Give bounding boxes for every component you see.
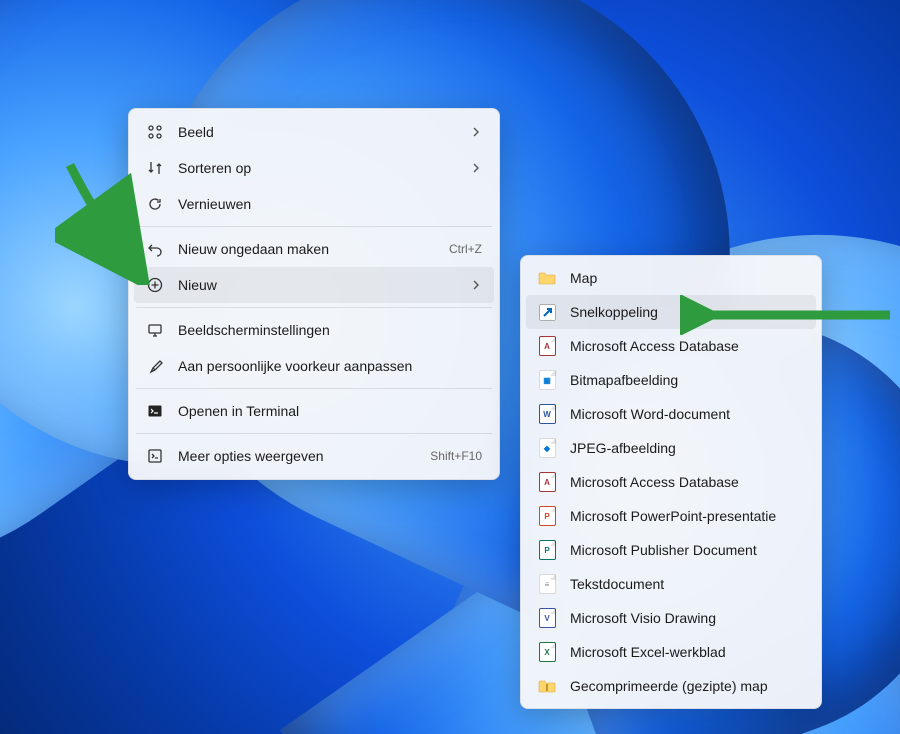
submenu-item-folder[interactable]: Map [526,261,816,295]
word-icon: W [538,405,556,423]
menu-item-personalize[interactable]: Aan persoonlijke voorkeur aanpassen [134,348,494,384]
shortcut-icon [538,303,556,321]
terminal-icon [146,402,164,420]
chevron-right-icon [470,279,482,291]
jpeg-icon: ◆ [538,439,556,457]
menu-item-display-settings[interactable]: Beeldscherminstellingen [134,312,494,348]
menu-label: Microsoft Access Database [570,474,804,490]
menu-item-sort[interactable]: Sorteren op [134,150,494,186]
undo-icon [146,240,164,258]
submenu-item-shortcut[interactable]: Snelkoppeling [526,295,816,329]
menu-separator [136,226,492,227]
menu-label: Vernieuwen [178,196,482,212]
submenu-item-jpeg[interactable]: ◆ JPEG-afbeelding [526,431,816,465]
menu-label: Microsoft Visio Drawing [570,610,804,626]
submenu-item-text[interactable]: ≡ Tekstdocument [526,567,816,601]
menu-item-terminal[interactable]: Openen in Terminal [134,393,494,429]
text-icon: ≡ [538,575,556,593]
menu-shortcut: Shift+F10 [430,449,482,463]
chevron-right-icon [470,162,482,174]
menu-label: Beeldscherminstellingen [178,322,482,338]
submenu-item-bitmap[interactable]: ▦ Bitmapafbeelding [526,363,816,397]
submenu-item-access[interactable]: A Microsoft Access Database [526,329,816,363]
zip-icon [538,677,556,695]
bitmap-icon: ▦ [538,371,556,389]
chevron-right-icon [470,126,482,138]
sort-icon [146,159,164,177]
menu-label: Snelkoppeling [570,304,804,320]
menu-label: Bitmapafbeelding [570,372,804,388]
menu-label: Aan persoonlijke voorkeur aanpassen [178,358,482,374]
menu-label: Nieuw ongedaan maken [178,241,441,257]
menu-item-undo[interactable]: Nieuw ongedaan maken Ctrl+Z [134,231,494,267]
plus-circle-icon [146,276,164,294]
menu-shortcut: Ctrl+Z [449,242,482,256]
menu-label: Sorteren op [178,160,470,176]
menu-item-view[interactable]: Beeld [134,114,494,150]
menu-item-refresh[interactable]: Vernieuwen [134,186,494,222]
new-submenu: Map Snelkoppeling A Microsoft Access Dat… [520,255,822,709]
menu-label: Gecomprimeerde (gezipte) map [570,678,804,694]
menu-label: Meer opties weergeven [178,448,422,464]
menu-separator [136,433,492,434]
excel-icon: X [538,643,556,661]
menu-label: Microsoft Excel-werkblad [570,644,804,660]
folder-icon [538,269,556,287]
submenu-item-powerpoint[interactable]: P Microsoft PowerPoint-presentatie [526,499,816,533]
display-icon [146,321,164,339]
access-icon: A [538,473,556,491]
menu-separator [136,388,492,389]
menu-label: Beeld [178,124,470,140]
refresh-icon [146,195,164,213]
submenu-item-visio[interactable]: V Microsoft Visio Drawing [526,601,816,635]
submenu-item-zip[interactable]: Gecomprimeerde (gezipte) map [526,669,816,703]
submenu-item-word[interactable]: W Microsoft Word-document [526,397,816,431]
menu-item-new[interactable]: Nieuw [134,267,494,303]
visio-icon: V [538,609,556,627]
access-icon: A [538,337,556,355]
brush-icon [146,357,164,375]
menu-label: Microsoft Word-document [570,406,804,422]
menu-label: Openen in Terminal [178,403,482,419]
publisher-icon: P [538,541,556,559]
menu-label: JPEG-afbeelding [570,440,804,456]
menu-label: Microsoft Publisher Document [570,542,804,558]
grid-icon [146,123,164,141]
submenu-item-access2[interactable]: A Microsoft Access Database [526,465,816,499]
more-icon [146,447,164,465]
menu-label: Tekstdocument [570,576,804,592]
powerpoint-icon: P [538,507,556,525]
menu-label: Microsoft PowerPoint-presentatie [570,508,804,524]
menu-item-more-options[interactable]: Meer opties weergeven Shift+F10 [134,438,494,474]
submenu-item-excel[interactable]: X Microsoft Excel-werkblad [526,635,816,669]
menu-label: Map [570,270,804,286]
menu-label: Nieuw [178,277,470,293]
desktop-context-menu: Beeld Sorteren op Vernieuwen Nie [128,108,500,480]
menu-separator [136,307,492,308]
menu-label: Microsoft Access Database [570,338,804,354]
submenu-item-publisher[interactable]: P Microsoft Publisher Document [526,533,816,567]
